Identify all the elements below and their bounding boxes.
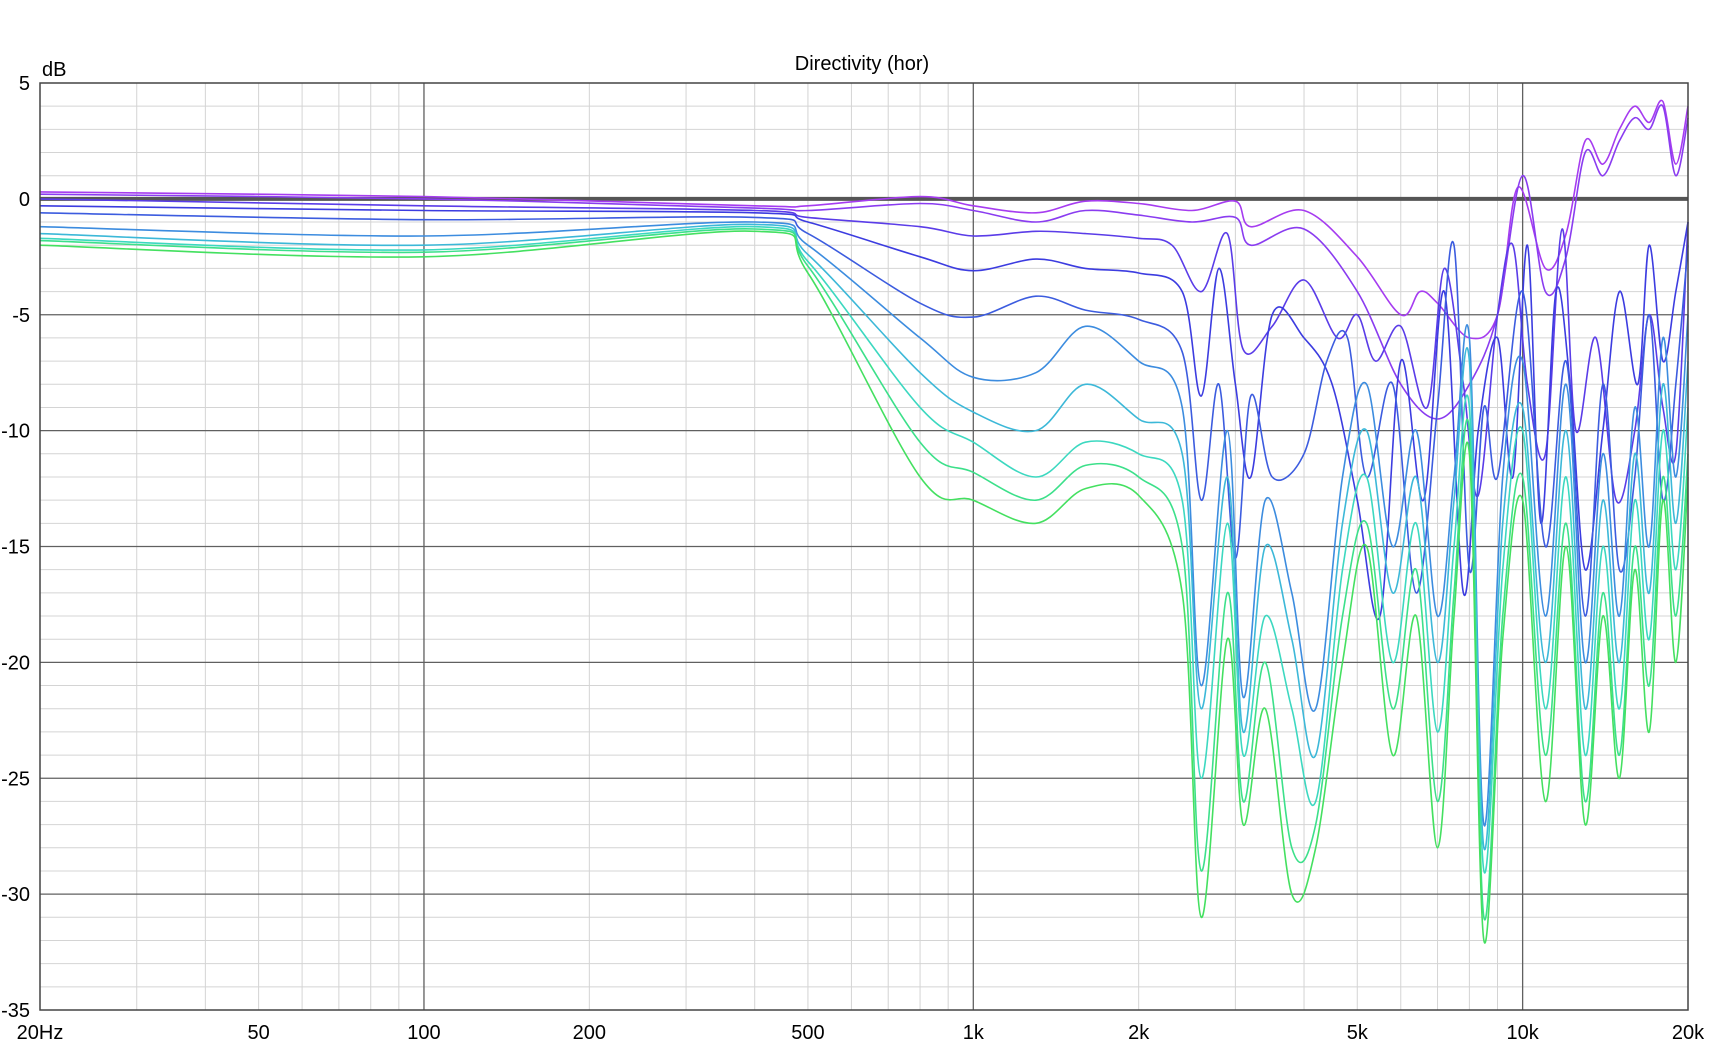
chart-title: Directivity (hor): [795, 53, 929, 75]
series-line-5: [39, 212, 1689, 617]
x-tick-label: 1k: [963, 1022, 985, 1044]
x-tick-label: 2k: [1128, 1022, 1150, 1044]
x-tick-label: 100: [407, 1022, 440, 1044]
x-tick-labels: 20Hz 50 100 200 500 1k 2k 5k 10k 20k: [17, 1022, 1705, 1044]
y-tick-label: 0: [19, 189, 30, 211]
series-line-8: [39, 225, 1689, 874]
x-tick-label: 20k: [1672, 1022, 1705, 1044]
x-tick-label: 500: [791, 1022, 824, 1044]
x-tick-label: 10k: [1507, 1022, 1540, 1044]
y-tick-label: -35: [1, 1000, 30, 1022]
y-tick-label: -20: [1, 652, 30, 674]
y-tick-label: -30: [1, 884, 30, 906]
x-tick-label: 200: [573, 1022, 606, 1044]
x-tick-label: 20Hz: [17, 1022, 64, 1044]
chart-canvas: 20Hz 50 100 200 500 1k 2k 5k 10k 20k 50-5-10-15-2…: [1, 53, 1705, 1044]
y-axis-unit-label: dB: [42, 59, 66, 81]
directivity-chart: 20Hz 50 100 200 500 1k 2k 5k 10k 20k 5 0 -5 -10 -15 -2…: [0, 0, 1724, 1054]
x-tick-label: 50: [247, 1022, 269, 1044]
y-tick-label: 5: [19, 73, 30, 95]
series-line-3: [39, 198, 1689, 504]
y-tick-label: -10: [1, 421, 30, 443]
y-tick-labels: 5 0 -5 -10 -15 -20 -25 -30 -35: [1, 73, 30, 1022]
y-tick-label: -25: [1, 768, 30, 790]
series-line-9: [39, 228, 1689, 921]
series-lines: [39, 99, 1689, 944]
y-tick-label: -5: [12, 305, 30, 327]
x-tick-label: 5k: [1347, 1022, 1369, 1044]
series-line-7: [39, 223, 1689, 851]
y-tick-label: -15: [1, 537, 30, 559]
